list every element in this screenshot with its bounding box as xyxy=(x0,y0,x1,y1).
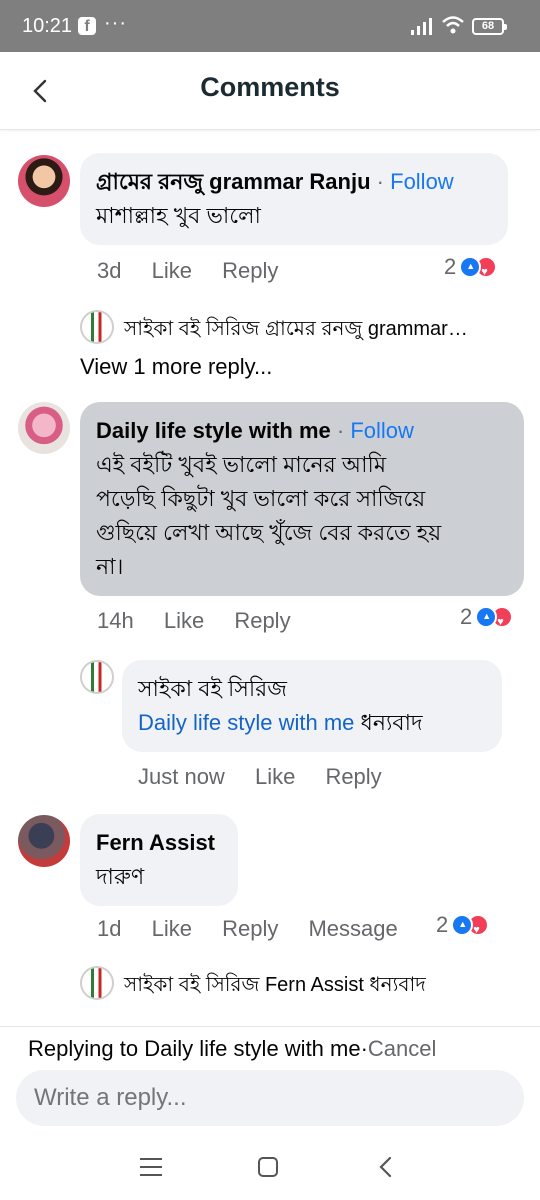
back-icon[interactable] xyxy=(376,1156,396,1178)
like-button[interactable]: Like xyxy=(152,916,192,941)
reply-button[interactable]: Reply xyxy=(222,916,278,941)
replying-to-bar: Replying to Daily life style with me·Can… xyxy=(28,1036,437,1061)
cancel-reply-button[interactable]: Cancel xyxy=(368,1036,436,1061)
reply-text: ধন্যবাদ xyxy=(360,710,423,735)
avatar[interactable] xyxy=(80,966,114,1000)
comment-actions: 3d Like Reply xyxy=(97,258,302,284)
comment-actions: 14h Like Reply xyxy=(97,608,315,634)
comment-time: 14h xyxy=(97,608,134,633)
status-bar: 10:21 f ··· 68 xyxy=(0,0,540,52)
comment-bubble[interactable]: Fern Assist দারুণ xyxy=(80,814,238,906)
mention-link[interactable]: Daily life style with me xyxy=(138,710,354,735)
comment-time: 1d xyxy=(97,916,122,941)
reaction-summary[interactable]: 2 xyxy=(460,604,514,630)
reply-input[interactable] xyxy=(16,1070,524,1126)
status-time: 10:21 xyxy=(22,15,73,37)
follow-button[interactable]: Follow xyxy=(350,418,414,443)
comment-text-line: এই বইটি খুবই ভালো মানের আমি xyxy=(96,452,387,477)
comment-time: 3d xyxy=(97,258,122,283)
status-overflow: ··· xyxy=(104,12,127,34)
reply-preview[interactable]: সাইকা বই সিরিজ Fern Assist ধন্যবাদ xyxy=(124,970,426,1003)
comment-text-line: পড়েছি কিছুটা খুব ভালো করে সাজিয়ে xyxy=(96,486,426,511)
comment-bubble[interactable]: Daily life style with me · Follow এই বইট… xyxy=(80,402,524,596)
reply-button[interactable]: Reply xyxy=(325,764,381,789)
wifi-icon xyxy=(442,16,464,34)
comment-author[interactable]: Daily life style with me xyxy=(96,418,331,443)
like-button[interactable]: Like xyxy=(255,764,295,789)
comment-author[interactable]: Fern Assist xyxy=(96,826,222,860)
comment-actions: 1d Like Reply Message xyxy=(97,916,422,942)
reply-button[interactable]: Reply xyxy=(234,608,290,633)
view-more-replies-link[interactable]: View 1 more reply... xyxy=(80,354,272,380)
reaction-summary[interactable]: 2 xyxy=(444,254,498,280)
system-nav-bar xyxy=(0,1140,540,1200)
avatar[interactable] xyxy=(18,155,70,207)
like-button[interactable]: Like xyxy=(164,608,204,633)
message-button[interactable]: Message xyxy=(308,916,397,941)
avatar[interactable] xyxy=(18,402,70,454)
avatar[interactable] xyxy=(18,815,70,867)
replying-prefix: Replying to xyxy=(28,1036,139,1061)
facebook-icon: f xyxy=(78,17,96,35)
reply-actions: Just now Like Reply xyxy=(138,764,406,790)
comment-text-line: না। xyxy=(96,554,124,579)
comment-text-line: গুছিয়ে লেখা আছে খুঁজে বের করতে হয় xyxy=(96,520,442,545)
comment-text: মাশাল্লাহ খুব ভালো xyxy=(96,203,261,228)
comment-author[interactable]: গ্রামের রনজু grammar Ranju xyxy=(96,169,371,194)
comment-text: দারুণ xyxy=(96,864,145,889)
battery-icon: 68 xyxy=(472,18,507,35)
replying-target: Daily life style with me xyxy=(144,1036,361,1061)
signal-icon xyxy=(411,18,432,35)
avatar[interactable] xyxy=(80,310,114,344)
menu-icon[interactable] xyxy=(140,1158,162,1176)
reply-author[interactable]: সাইকা বই সিরিজ xyxy=(138,672,486,706)
home-icon[interactable] xyxy=(258,1157,278,1177)
reply-time: Just now xyxy=(138,764,225,789)
comment-bubble[interactable]: গ্রামের রনজু grammar Ranju · Follow মাশা… xyxy=(80,153,508,245)
follow-button[interactable]: Follow xyxy=(390,169,454,194)
like-button[interactable]: Like xyxy=(152,258,192,283)
reaction-summary[interactable]: 2 xyxy=(436,912,490,938)
reply-button[interactable]: Reply xyxy=(222,258,278,283)
reply-bubble[interactable]: সাইকা বই সিরিজ Daily life style with me … xyxy=(122,660,502,752)
page-title: Comments xyxy=(200,72,340,102)
avatar[interactable] xyxy=(80,660,114,694)
reply-preview[interactable]: সাইকা বই সিরিজ গ্রামের রনজু grammar… xyxy=(124,314,468,347)
comments-header: Comments xyxy=(0,52,540,130)
